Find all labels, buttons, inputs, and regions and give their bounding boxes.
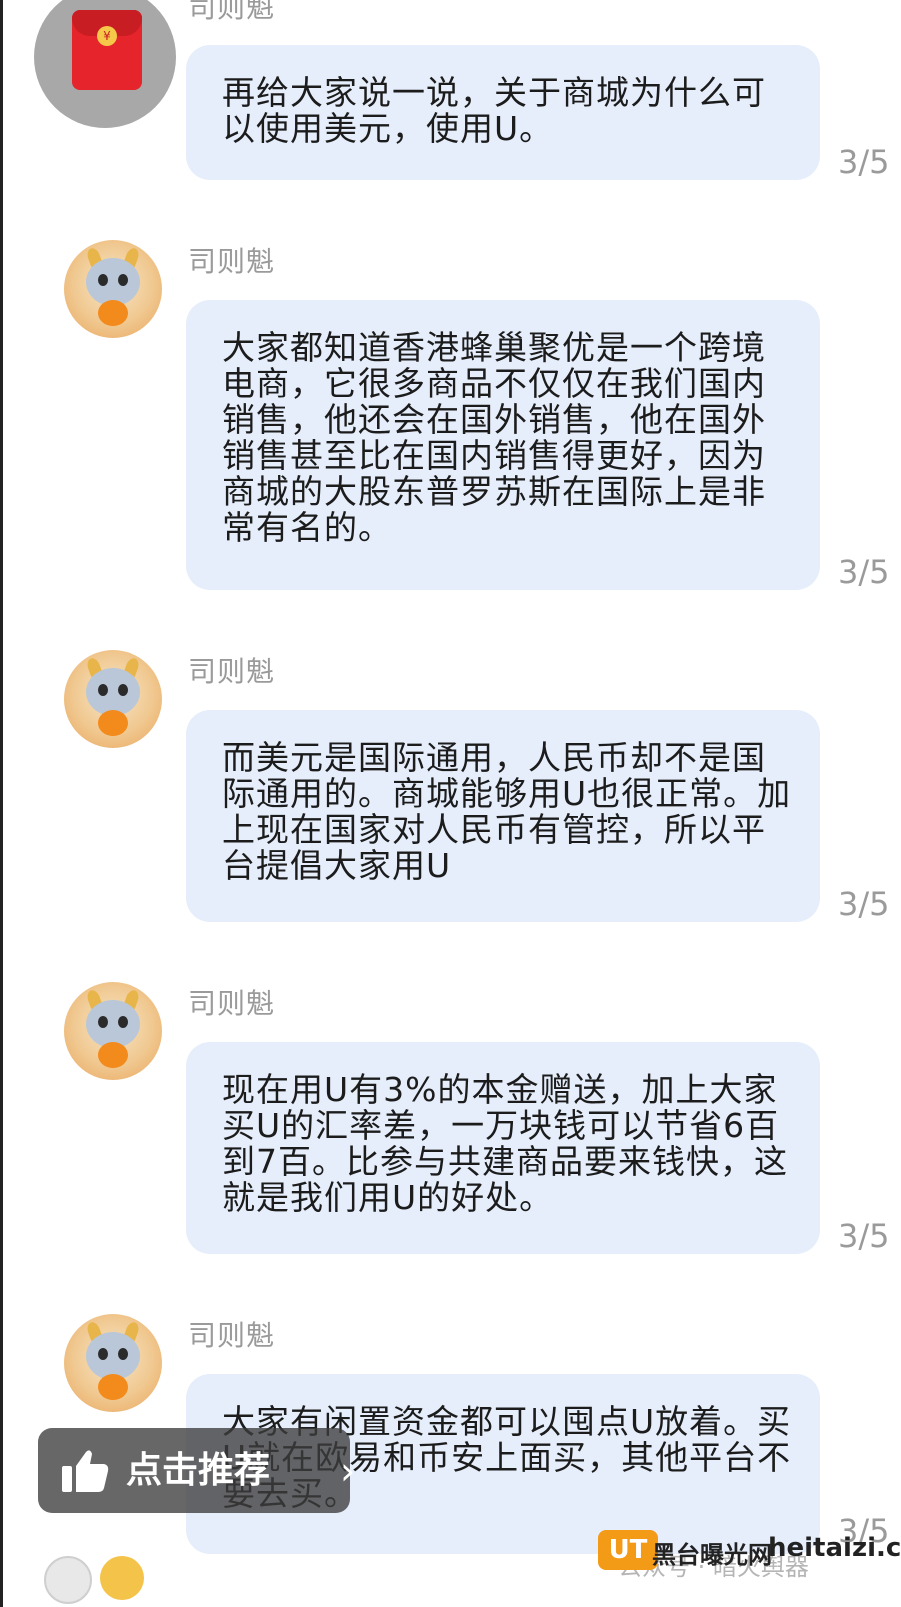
- message-text-line: 再给大家说一说，关于商城为什么可: [222, 73, 766, 112]
- message-text-line: 到7百。比参与共建商品要来钱快，这: [222, 1142, 788, 1181]
- message-text-line: 而美元是国际通用，人民币却不是国: [222, 738, 766, 777]
- dragon-mascot-icon: [86, 258, 140, 306]
- avatar[interactable]: [44, 1556, 92, 1604]
- message-text-line: 大家都知道香港蜂巢聚优是一个跨境: [222, 328, 766, 367]
- sender-name: 司则魁: [188, 1319, 276, 1352]
- avatar[interactable]: [64, 650, 162, 748]
- message-text-line: 电商，它很多商品不仅仅在我们国内: [222, 364, 766, 403]
- message-text-line: 现在用U有3%的本金赠送，加上大家: [222, 1070, 778, 1109]
- message-text-line: 销售甚至比在国内销售得更好，因为: [222, 436, 766, 475]
- watermark-site-url: heitaizi.com: [768, 1533, 901, 1563]
- sender-name: 司则魁: [188, 0, 276, 24]
- watermark-logo: UT: [598, 1530, 658, 1570]
- message-text-line: 台提倡大家用U: [222, 846, 452, 885]
- message-text-line: 买U的汇率差，一万块钱可以节省6百: [222, 1106, 780, 1145]
- message-text-line: 常有名的。: [222, 508, 392, 547]
- chevron-right-icon: ›: [340, 1449, 356, 1493]
- message-bubble[interactable]: 再给大家说一说，关于商城为什么可 以使用美元，使用U。: [186, 45, 820, 180]
- avatar[interactable]: [64, 240, 162, 338]
- red-packet-icon: ¥: [72, 10, 142, 90]
- message-text-line: 际通用的。商城能够用U也很正常。加: [222, 774, 792, 813]
- screen-left-edge: [0, 0, 3, 1607]
- avatar[interactable]: ¥: [34, 0, 176, 128]
- dragon-mascot-icon: [86, 1332, 140, 1380]
- recommend-label: 点击推荐: [126, 1450, 271, 1491]
- avatar[interactable]: [64, 982, 162, 1080]
- sender-name: 司则魁: [188, 655, 276, 688]
- sender-name: 司则魁: [188, 245, 276, 278]
- message-text-line: 就是我们用U的好处。: [222, 1178, 554, 1217]
- dragon-mascot-icon: [86, 668, 140, 716]
- message-bubble[interactable]: 现在用U有3%的本金赠送，加上大家 买U的汇率差，一万块钱可以节省6百 到7百。…: [186, 1042, 820, 1254]
- message-text-line: 以使用美元，使用U。: [222, 109, 554, 148]
- yen-icon: ¥: [97, 26, 117, 46]
- watermark-site-name: 黑台曝光网: [652, 1541, 772, 1569]
- sender-name: 司则魁: [188, 987, 276, 1020]
- message-text-line: 销售，他还会在国外销售，他在国外: [222, 400, 766, 439]
- avatar[interactable]: [64, 1314, 162, 1412]
- message-text-line: 上现在国家对人民币有管控，所以平: [222, 810, 766, 849]
- message-time: 3/5: [838, 143, 890, 181]
- dragon-mascot-icon: [86, 1000, 140, 1048]
- message-time: 3/5: [838, 553, 890, 591]
- thumbs-up-icon: [62, 1450, 109, 1492]
- message-bubble[interactable]: 大家都知道香港蜂巢聚优是一个跨境 电商，它很多商品不仅仅在我们国内 销售，他还会…: [186, 300, 820, 590]
- message-time: 3/5: [838, 885, 890, 923]
- recommend-button[interactable]: 点击推荐 ›: [38, 1428, 355, 1513]
- message-time: 3/5: [838, 1217, 890, 1255]
- message-bubble[interactable]: 而美元是国际通用，人民币却不是国 际通用的。商城能够用U也很正常。加 上现在国家…: [186, 710, 820, 922]
- avatar[interactable]: [100, 1556, 144, 1600]
- message-text-line: 商城的大股东普罗苏斯在国际上是非: [222, 472, 766, 511]
